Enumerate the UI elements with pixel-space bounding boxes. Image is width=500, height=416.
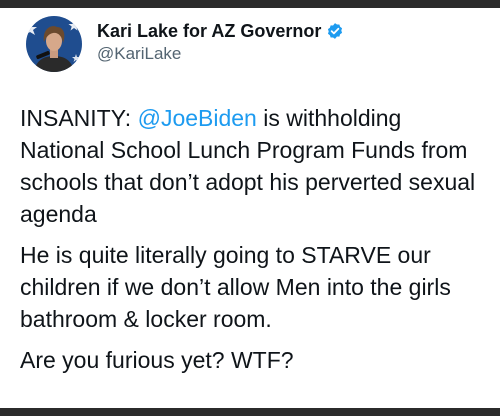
tweet-paragraph-1: INSANITY: @JoeBiden is withholding Natio… <box>20 102 488 230</box>
author-block: Kari Lake for AZ Governor @KariLake <box>97 20 344 65</box>
avatar[interactable] <box>26 16 82 72</box>
tweet-card: Kari Lake for AZ Governor @KariLake INSA… <box>0 8 500 408</box>
verified-badge-icon <box>326 22 344 40</box>
tweet-paragraph-2: He is quite literally going to STARVE ou… <box>20 242 451 332</box>
tweet-text-prefix: INSANITY: <box>20 105 138 131</box>
author-handle[interactable]: @KariLake <box>97 43 344 65</box>
author-name-row[interactable]: Kari Lake for AZ Governor <box>97 20 344 42</box>
tweet-text: INSANITY: @JoeBiden is withholding Natio… <box>20 102 488 385</box>
avatar-image <box>26 16 82 72</box>
mention-link[interactable]: @JoeBiden <box>138 105 257 131</box>
tweet-paragraph-3: Are you furious yet? WTF? <box>20 347 294 373</box>
author-display-name[interactable]: Kari Lake for AZ Governor <box>97 20 321 42</box>
